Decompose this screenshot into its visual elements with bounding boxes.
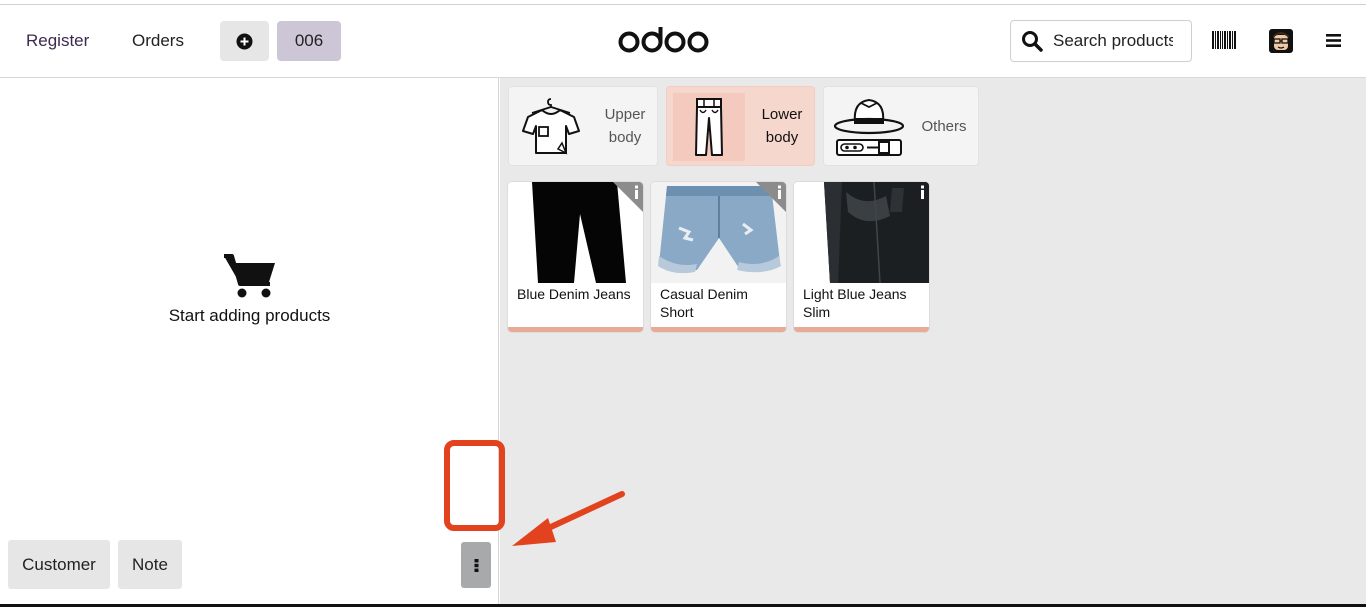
- search-input[interactable]: [1053, 31, 1173, 51]
- cart-icon: [223, 254, 275, 298]
- info-icon[interactable]: [756, 182, 786, 212]
- annotation-highlight-box: [444, 440, 505, 531]
- vertical-ellipsis-icon: [474, 558, 478, 572]
- product-card[interactable]: Casual Denim Short: [651, 182, 786, 332]
- product-name: Light Blue Jeans Slim: [803, 286, 907, 320]
- product-card[interactable]: Light Blue Jeans Slim: [794, 182, 929, 332]
- product-name: Blue Denim Jeans: [517, 286, 631, 302]
- product-card[interactable]: Blue Denim Jeans: [508, 182, 643, 332]
- hamburger-menu-icon[interactable]: [1326, 34, 1341, 47]
- top-navbar: Register Orders 006: [0, 5, 1366, 78]
- barcode-icon[interactable]: [1212, 31, 1236, 49]
- orders-link[interactable]: Orders: [132, 5, 184, 77]
- info-icon[interactable]: [899, 182, 929, 212]
- tshirt-icon: [522, 98, 580, 155]
- empty-cart-text: Start adding products: [168, 306, 331, 325]
- category-upper-body[interactable]: Upper body: [508, 86, 658, 166]
- trousers-icon: [695, 98, 723, 156]
- user-avatar[interactable]: [1269, 29, 1293, 53]
- plus-circle-icon: [236, 33, 253, 49]
- category-others[interactable]: Others: [823, 86, 979, 166]
- info-icon[interactable]: [613, 182, 643, 212]
- order-pane: Start adding products Customer Note: [0, 78, 499, 607]
- empty-cart-placeholder: Start adding products: [150, 253, 349, 327]
- new-order-button[interactable]: [220, 21, 269, 61]
- current-order-button[interactable]: 006: [277, 21, 341, 61]
- customer-button[interactable]: Customer: [8, 540, 110, 589]
- more-actions-button[interactable]: [461, 542, 491, 588]
- odoo-logo: [618, 27, 709, 53]
- product-search-box[interactable]: [1010, 20, 1192, 62]
- product-name: Casual Denim Short: [660, 286, 748, 320]
- hat-belt-icon: [833, 98, 905, 156]
- product-pane: Upper body Lower body Others Blue Denim …: [500, 78, 1366, 607]
- category-lower-body[interactable]: Lower body: [666, 86, 815, 166]
- register-link[interactable]: Register: [26, 5, 89, 77]
- search-icon: [1022, 31, 1043, 52]
- note-button[interactable]: Note: [118, 540, 182, 589]
- category-label: Lower body: [761, 106, 803, 146]
- category-label: Others: [921, 117, 967, 135]
- category-label: Upper body: [604, 106, 646, 146]
